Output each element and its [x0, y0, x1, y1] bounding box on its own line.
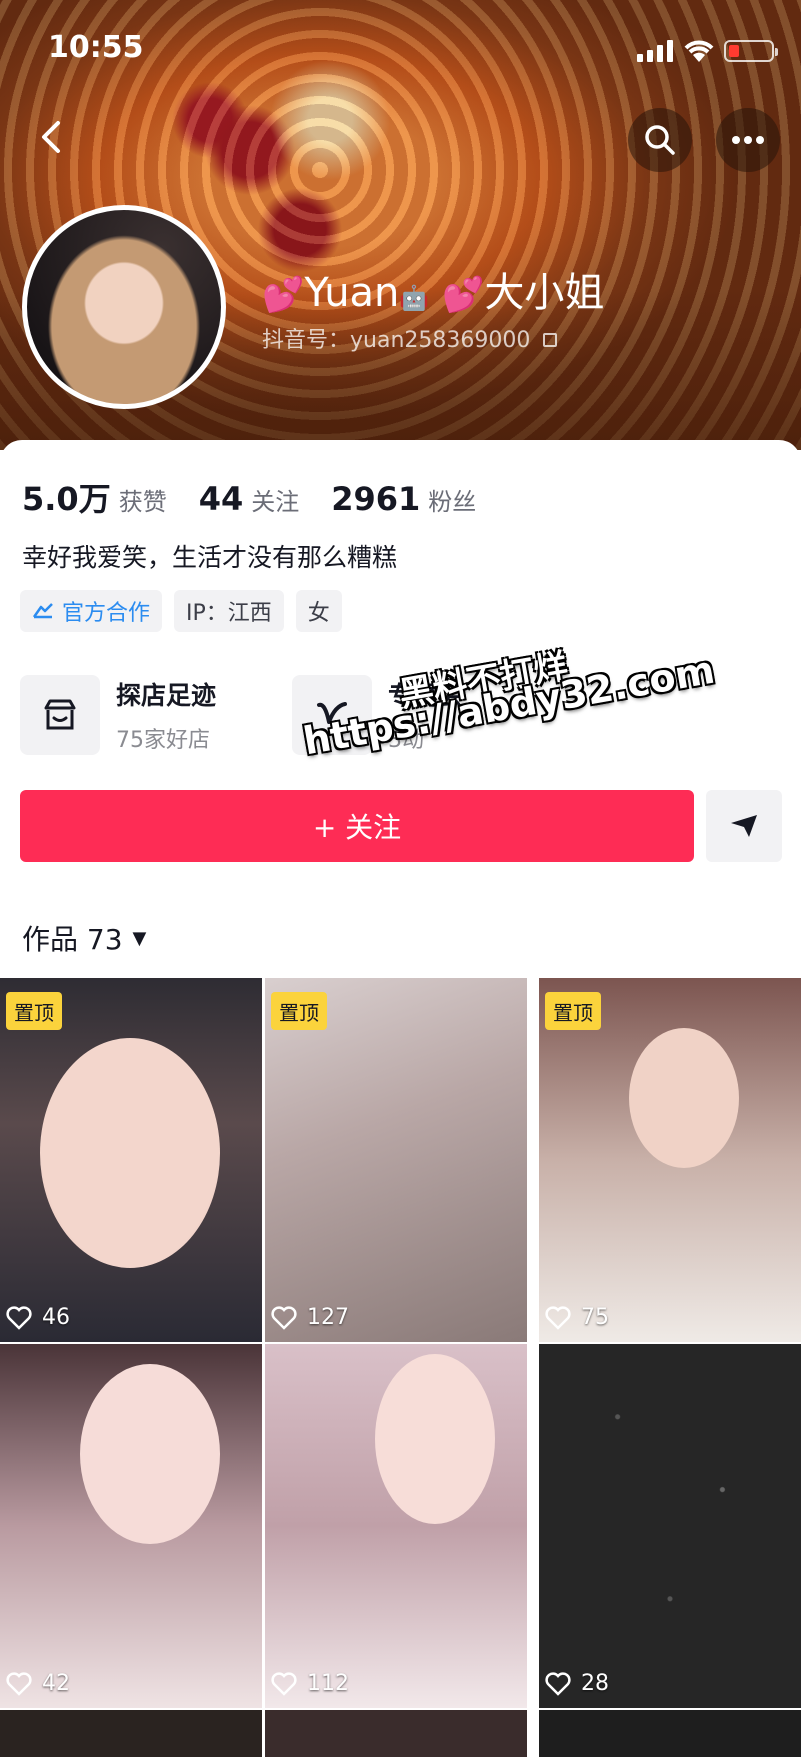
share-button[interactable] — [706, 790, 782, 862]
copy-icon[interactable] — [543, 333, 558, 347]
avatar[interactable] — [22, 205, 226, 409]
send-icon — [731, 815, 757, 837]
like-count: 46 — [6, 1305, 70, 1330]
stat-following[interactable]: 44 关注 — [199, 480, 300, 518]
stats-row: 5.0万 获赞 44 关注 2961 粉丝 — [22, 474, 508, 520]
profile-name: 💕Yuan🤖 💕大小姐 — [262, 270, 605, 316]
follow-button[interactable]: + 关注 — [20, 790, 694, 862]
battery-icon — [724, 40, 778, 62]
video-thumbnail[interactable]: 42 — [0, 1344, 262, 1708]
store-icon — [20, 675, 100, 755]
pinned-badge: 置顶 — [271, 992, 327, 1030]
signal-icon — [637, 38, 677, 62]
like-count: 75 — [545, 1305, 609, 1330]
back-icon[interactable] — [30, 115, 74, 159]
video-thumbnail[interactable] — [0, 1710, 262, 1757]
like-count: 112 — [271, 1671, 349, 1696]
status-time: 10:55 — [48, 30, 144, 65]
search-icon — [645, 125, 675, 155]
heart-icon — [271, 1671, 297, 1696]
heart-icon — [545, 1305, 571, 1330]
more-dots-icon — [732, 136, 764, 144]
heart-icon — [545, 1671, 571, 1696]
works-tab[interactable]: 作品 73 ▼ — [22, 918, 146, 958]
handshake-icon — [32, 603, 53, 619]
video-grid: 置顶 46 置顶 127 置顶 75 42 112 28 — [0, 978, 801, 1757]
video-thumbnail[interactable] — [539, 1710, 801, 1757]
video-thumbnail[interactable]: 置顶 46 — [0, 978, 262, 1342]
stat-likes[interactable]: 5.0万 获赞 — [22, 474, 167, 520]
official-tag[interactable]: 官方合作 — [20, 590, 163, 632]
tag-row: 官方合作 IP：江西 女 — [20, 590, 354, 632]
search-button[interactable] — [628, 108, 692, 172]
heart-emoji-icon: 💕 — [262, 275, 305, 315]
video-thumbnail[interactable]: 28 — [539, 1344, 801, 1708]
pinned-badge: 置顶 — [545, 992, 601, 1030]
video-thumbnail[interactable]: 112 — [265, 1344, 527, 1708]
ip-tag: IP：江西 — [174, 590, 284, 632]
gender-tag: 女 — [295, 590, 342, 632]
more-button[interactable] — [716, 108, 780, 172]
heart-icon — [271, 1305, 297, 1330]
heart-emoji-icon: 💕 — [442, 275, 485, 315]
like-count: 127 — [271, 1305, 349, 1330]
bio: 幸好我爱笑，生活才没有那么糟糕 — [22, 543, 398, 572]
video-thumbnail[interactable] — [265, 1710, 527, 1757]
caret-down-icon: ▼ — [132, 927, 147, 949]
heart-icon — [6, 1671, 32, 1696]
heart-icon — [6, 1305, 32, 1330]
pinned-badge: 置顶 — [6, 992, 62, 1030]
feature-store-visits[interactable]: 探店足迹 75家好店 — [20, 670, 216, 760]
stat-followers[interactable]: 2961 粉丝 — [331, 480, 476, 518]
wifi-icon — [684, 40, 714, 62]
like-count: 28 — [545, 1671, 609, 1696]
video-thumbnail[interactable]: 置顶 127 — [265, 978, 527, 1342]
status-bar: 10:55 — [0, 0, 801, 90]
like-count: 42 — [6, 1671, 70, 1696]
video-thumbnail[interactable]: 置顶 75 — [539, 978, 801, 1342]
douyin-id[interactable]: 抖音号：yuan258369000 — [262, 322, 558, 354]
